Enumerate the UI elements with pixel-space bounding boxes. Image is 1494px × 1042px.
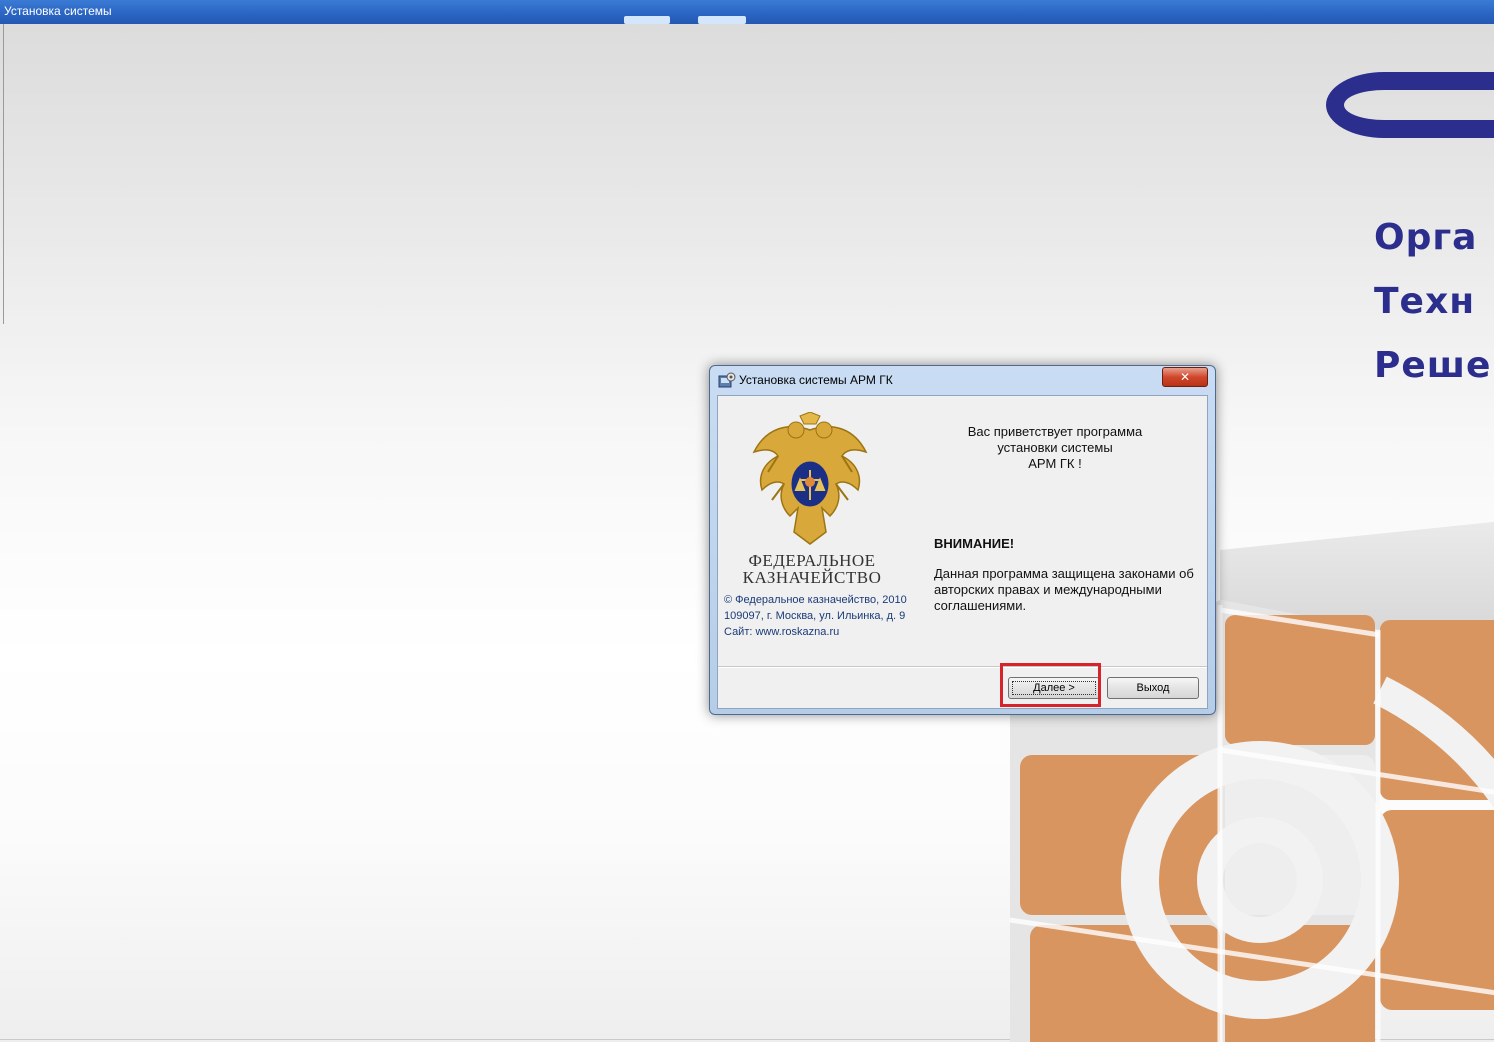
close-button[interactable]: ✕ — [1162, 367, 1208, 387]
outer-window-title: Установка системы — [4, 4, 112, 18]
setup-dialog: Установка системы АРМ ГК ✕ ФЕДЕРАЛЬНОЕ К… — [709, 365, 1216, 715]
welcome-line: АРМ ГК ! — [1028, 456, 1082, 471]
address-line: 109097, г. Москва, ул. Ильинка, д. 9 — [724, 610, 906, 622]
website-line: Сайт: www.roskazna.ru — [724, 626, 840, 638]
screen: Установка системы Орга Техн Реше Установ… — [0, 0, 1494, 1042]
brand-line: Техн — [1374, 281, 1476, 322]
installer-icon — [718, 372, 736, 388]
copyright-info: © Федеральное казначейство, 2010 109097,… — [724, 592, 907, 640]
welcome-message: Вас приветствует программа установки сис… — [932, 424, 1178, 472]
org-name-line: КАЗНАЧЕЙСТВО — [742, 568, 882, 587]
exit-button[interactable]: Выход — [1107, 677, 1199, 699]
warning-text: Данная программа защищена законами об ав… — [934, 566, 1194, 613]
brand-slogan: Орга Техн Реше — [1374, 206, 1491, 398]
brand-logo — [1326, 72, 1494, 138]
dialog-title: Установка системы АРМ ГК — [739, 373, 893, 387]
org-name-line: ФЕДЕРАЛЬНОЕ — [748, 551, 876, 570]
welcome-line: установки системы — [997, 440, 1113, 455]
brand-line: Орга — [1374, 217, 1478, 258]
copyright-line: © Федеральное казначейство, 2010 — [724, 594, 907, 606]
org-name: ФЕДЕРАЛЬНОЕ КАЗНАЧЕЙСТВО — [732, 552, 892, 586]
welcome-line: Вас приветствует программа — [967, 424, 1143, 439]
warning-title: ВНИМАНИЕ! — [934, 536, 1015, 551]
next-button-highlight — [1000, 663, 1101, 707]
brand-line: Реше — [1374, 345, 1492, 386]
treasury-emblem-icon — [752, 412, 868, 545]
dialog-body: ФЕДЕРАЛЬНОЕ КАЗНАЧЕЙСТВО © Федеральное к… — [717, 395, 1208, 709]
outer-window-titlebar[interactable]: Установка системы — [0, 0, 1494, 25]
